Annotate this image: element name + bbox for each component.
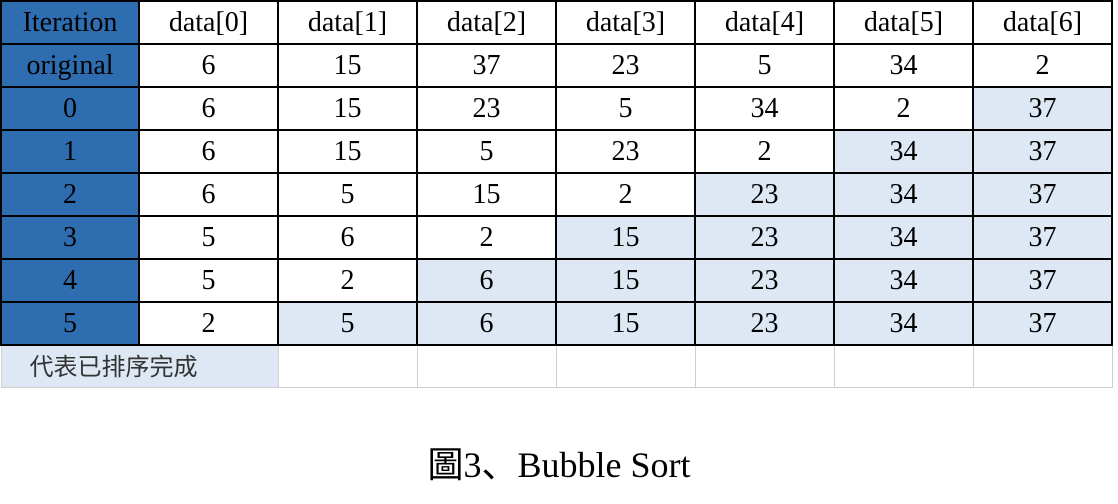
table-row: 0 6 15 23 5 34 2 37: [0, 86, 1113, 131]
legend-empty-cell: [972, 344, 1113, 388]
value-cell: 37: [416, 43, 557, 88]
value-cell: 23: [694, 258, 835, 303]
header-row: Iteration data[0] data[1] data[2] data[3…: [0, 0, 1113, 45]
value-cell: 6: [138, 86, 279, 131]
header-cell: data[3]: [555, 0, 696, 45]
value-cell: 37: [972, 215, 1113, 260]
header-cell-iteration: Iteration: [0, 0, 140, 45]
value-cell: 15: [555, 258, 696, 303]
table-row: original 6 15 37 23 5 34 2: [0, 43, 1113, 88]
value-cell: 5: [277, 301, 418, 346]
value-cell: 6: [416, 301, 557, 346]
iteration-label: original: [0, 43, 140, 88]
value-cell: 34: [833, 258, 974, 303]
value-cell: 34: [694, 86, 835, 131]
value-cell: 2: [833, 86, 974, 131]
value-cell: 23: [694, 172, 835, 217]
value-cell: 2: [138, 301, 279, 346]
value-cell: 2: [972, 43, 1113, 88]
value-cell: 37: [972, 301, 1113, 346]
iteration-label: 1: [0, 129, 140, 174]
value-cell: 5: [694, 43, 835, 88]
value-cell: 2: [555, 172, 696, 217]
header-cell: data[0]: [138, 0, 279, 45]
value-cell: 37: [972, 86, 1113, 131]
legend-row: 代表已排序完成: [0, 344, 1113, 388]
value-cell: 6: [138, 172, 279, 217]
table-row: 1 6 15 5 23 2 34 37: [0, 129, 1113, 174]
figure-caption: 圖3、Bubble Sort: [427, 445, 691, 485]
value-cell: 34: [833, 129, 974, 174]
value-cell: 15: [555, 301, 696, 346]
legend-sorted-swatch: 代表已排序完成: [0, 344, 279, 388]
table-row: 5 2 5 6 15 23 34 37: [0, 301, 1113, 346]
value-cell: 15: [277, 129, 418, 174]
value-cell: 2: [416, 215, 557, 260]
header-cell: data[1]: [277, 0, 418, 45]
iteration-label: 3: [0, 215, 140, 260]
value-cell: 6: [138, 43, 279, 88]
bubble-sort-table: Iteration data[0] data[1] data[2] data[3…: [0, 0, 1113, 388]
value-cell: 37: [972, 172, 1113, 217]
legend-empty-cell: [416, 344, 557, 388]
value-cell: 23: [694, 215, 835, 260]
value-cell: 5: [277, 172, 418, 217]
header-cell: data[2]: [416, 0, 557, 45]
table-row: 4 5 2 6 15 23 34 37: [0, 258, 1113, 303]
legend-empty-cell: [833, 344, 974, 388]
iteration-label: 2: [0, 172, 140, 217]
legend-empty-cell: [277, 344, 418, 388]
header-cell: data[6]: [972, 0, 1113, 45]
header-cell: data[4]: [694, 0, 835, 45]
value-cell: 23: [555, 129, 696, 174]
table-row: 3 5 6 2 15 23 34 37: [0, 215, 1113, 260]
value-cell: 34: [833, 172, 974, 217]
value-cell: 15: [277, 43, 418, 88]
iteration-label: 0: [0, 86, 140, 131]
value-cell: 23: [694, 301, 835, 346]
value-cell: 2: [277, 258, 418, 303]
value-cell: 6: [277, 215, 418, 260]
iteration-label: 5: [0, 301, 140, 346]
value-cell: 34: [833, 43, 974, 88]
value-cell: 34: [833, 215, 974, 260]
iteration-label: 4: [0, 258, 140, 303]
legend-empty-cell: [694, 344, 835, 388]
value-cell: 37: [972, 129, 1113, 174]
value-cell: 5: [416, 129, 557, 174]
header-cell: data[5]: [833, 0, 974, 45]
value-cell: 5: [555, 86, 696, 131]
value-cell: 6: [138, 129, 279, 174]
value-cell: 5: [138, 215, 279, 260]
table-row: 2 6 5 15 2 23 34 37: [0, 172, 1113, 217]
value-cell: 15: [277, 86, 418, 131]
value-cell: 23: [555, 43, 696, 88]
value-cell: 2: [694, 129, 835, 174]
value-cell: 5: [138, 258, 279, 303]
value-cell: 15: [555, 215, 696, 260]
legend-empty-cell: [555, 344, 696, 388]
value-cell: 23: [416, 86, 557, 131]
table-body: Iteration data[0] data[1] data[2] data[3…: [0, 0, 1113, 388]
value-cell: 37: [972, 258, 1113, 303]
value-cell: 15: [416, 172, 557, 217]
value-cell: 6: [416, 258, 557, 303]
value-cell: 34: [833, 301, 974, 346]
